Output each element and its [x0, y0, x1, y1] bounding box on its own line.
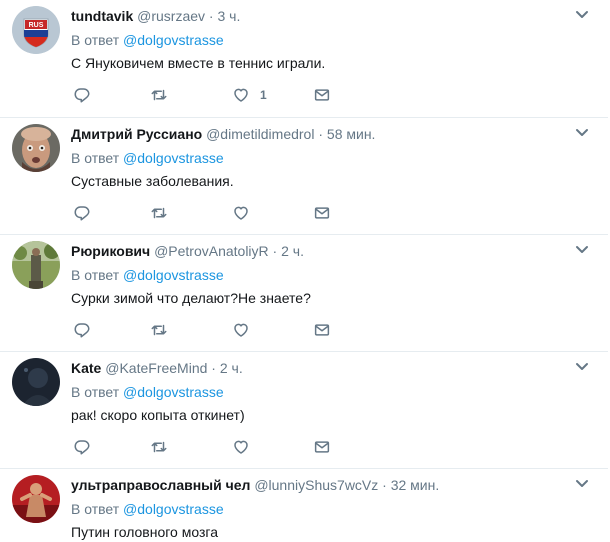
- retweet-icon: [151, 441, 167, 453]
- chevron-down-icon[interactable]: [575, 245, 589, 255]
- message-button[interactable]: [313, 438, 331, 456]
- reply-icon: [74, 440, 90, 455]
- avatar[interactable]: [12, 475, 60, 523]
- reply-prefix: В ответ: [71, 267, 120, 283]
- tweet[interactable]: Рюрикович @PetrovAnatoliyR · 2 ч. В отве…: [0, 235, 608, 352]
- tweet-actions: [71, 204, 371, 222]
- timestamp[interactable]: 3 ч.: [217, 8, 240, 24]
- timestamp[interactable]: 2 ч.: [220, 360, 243, 376]
- reply-to-link[interactable]: @dolgovstrasse: [123, 150, 224, 166]
- separator-dot: ·: [208, 8, 214, 24]
- chevron-down-icon[interactable]: [575, 10, 589, 20]
- tweet-actions: [71, 321, 371, 339]
- retweet-icon: [151, 207, 167, 219]
- separator-dot: ·: [318, 126, 324, 142]
- retweet-button[interactable]: [150, 204, 168, 222]
- avatar[interactable]: [12, 241, 60, 289]
- tweet-text: Путин головного мозга: [71, 524, 218, 540]
- reply-prefix: В ответ: [71, 384, 120, 400]
- replies-feed: RUS tundtavik @rusrzaev · 3 ч. В ответ @…: [0, 0, 610, 542]
- author-handle[interactable]: @KateFreeMind: [105, 360, 207, 376]
- message-icon: [314, 441, 330, 453]
- reply-icon: [74, 323, 90, 338]
- reply-context: В ответ @dolgovstrasse: [71, 31, 224, 49]
- tweet-header: tundtavik @rusrzaev · 3 ч.: [71, 7, 240, 25]
- reply-context: В ответ @dolgovstrasse: [71, 383, 224, 401]
- timestamp[interactable]: 32 мин.: [391, 477, 440, 493]
- separator-dot: ·: [272, 243, 278, 259]
- tweet-header: ультраправославный чел @lunniyShus7wcVz …: [71, 476, 439, 494]
- like-icon: [234, 88, 248, 102]
- like-count: 1: [260, 88, 267, 102]
- retweet-button[interactable]: [150, 321, 168, 339]
- chevron-down-icon[interactable]: [575, 128, 589, 138]
- like-button[interactable]: 1: [232, 86, 267, 104]
- retweet-icon: [151, 89, 167, 101]
- reply-to-link[interactable]: @dolgovstrasse: [123, 501, 224, 517]
- tweet-text: рак! скоро копыта откинет): [71, 407, 245, 423]
- author-name[interactable]: Kate: [71, 360, 101, 376]
- reply-context: В ответ @dolgovstrasse: [71, 266, 224, 284]
- retweet-icon: [151, 324, 167, 336]
- author-name[interactable]: ультраправославный чел: [71, 477, 250, 493]
- message-icon: [314, 207, 330, 219]
- separator-dot: ·: [211, 360, 216, 376]
- reply-icon: [74, 206, 90, 221]
- retweet-button[interactable]: [150, 86, 168, 104]
- message-button[interactable]: [313, 204, 331, 222]
- avatar[interactable]: RUS: [12, 6, 60, 54]
- like-icon: [234, 206, 248, 220]
- message-icon: [314, 324, 330, 336]
- author-handle[interactable]: @dimetildimedrol: [206, 126, 314, 142]
- message-icon: [314, 89, 330, 101]
- author-name[interactable]: Рюрикович: [71, 243, 150, 259]
- avatar[interactable]: [12, 358, 60, 406]
- reply-prefix: В ответ: [71, 150, 120, 166]
- reply-context: В ответ @dolgovstrasse: [71, 149, 224, 167]
- tweet-header: Рюрикович @PetrovAnatoliyR · 2 ч.: [71, 242, 304, 260]
- reply-button[interactable]: [73, 321, 91, 339]
- author-handle[interactable]: @PetrovAnatoliyR: [154, 243, 269, 259]
- svg-text:RUS: RUS: [29, 22, 44, 29]
- author-handle[interactable]: @lunniyShus7wcVz: [254, 477, 378, 493]
- reply-button[interactable]: [73, 204, 91, 222]
- tweet-text: Суставные заболевания.: [71, 173, 234, 189]
- reply-to-link[interactable]: @dolgovstrasse: [123, 267, 224, 283]
- timestamp[interactable]: 2 ч.: [281, 243, 304, 259]
- reply-button[interactable]: [73, 438, 91, 456]
- tweet[interactable]: Дмитрий Руссиано @dimetildimedrol · 58 м…: [0, 118, 608, 235]
- chevron-down-icon[interactable]: [575, 362, 589, 372]
- tweet[interactable]: ультраправославный чел @lunniyShus7wcVz …: [0, 469, 608, 542]
- reply-context: В ответ @dolgovstrasse: [71, 500, 224, 518]
- like-icon: [234, 440, 248, 454]
- reply-prefix: В ответ: [71, 32, 120, 48]
- tweet-actions: 1: [71, 86, 371, 104]
- tweet-header: Kate @KateFreeMind · 2 ч.: [71, 359, 243, 377]
- tweet-actions: [71, 438, 371, 456]
- tweet[interactable]: RUS tundtavik @rusrzaev · 3 ч. В ответ @…: [0, 0, 608, 118]
- author-handle[interactable]: @rusrzaev: [137, 8, 205, 24]
- reply-to-link[interactable]: @dolgovstrasse: [123, 32, 224, 48]
- retweet-button[interactable]: [150, 438, 168, 456]
- timestamp[interactable]: 58 мин.: [327, 126, 376, 142]
- message-button[interactable]: [313, 321, 331, 339]
- tweet[interactable]: Kate @KateFreeMind · 2 ч. В ответ @dolgo…: [0, 352, 608, 469]
- reply-button[interactable]: [73, 86, 91, 104]
- like-icon: [234, 323, 248, 337]
- tweet-header: Дмитрий Руссиано @dimetildimedrol · 58 м…: [71, 125, 375, 143]
- tweet-text: С Януковичем вместе в теннис играли.: [71, 55, 326, 71]
- tweet-text: Сурки зимой что делают?Не знаете?: [71, 290, 311, 306]
- reply-prefix: В ответ: [71, 501, 120, 517]
- avatar[interactable]: [12, 124, 60, 172]
- author-name[interactable]: Дмитрий Руссиано: [71, 126, 202, 142]
- chevron-down-icon[interactable]: [575, 479, 589, 489]
- separator-dot: ·: [382, 477, 387, 493]
- like-button[interactable]: [232, 204, 250, 222]
- like-button[interactable]: [232, 438, 250, 456]
- reply-to-link[interactable]: @dolgovstrasse: [123, 384, 224, 400]
- message-button[interactable]: [313, 86, 331, 104]
- reply-icon: [74, 88, 90, 103]
- author-name[interactable]: tundtavik: [71, 8, 133, 24]
- like-button[interactable]: [232, 321, 250, 339]
